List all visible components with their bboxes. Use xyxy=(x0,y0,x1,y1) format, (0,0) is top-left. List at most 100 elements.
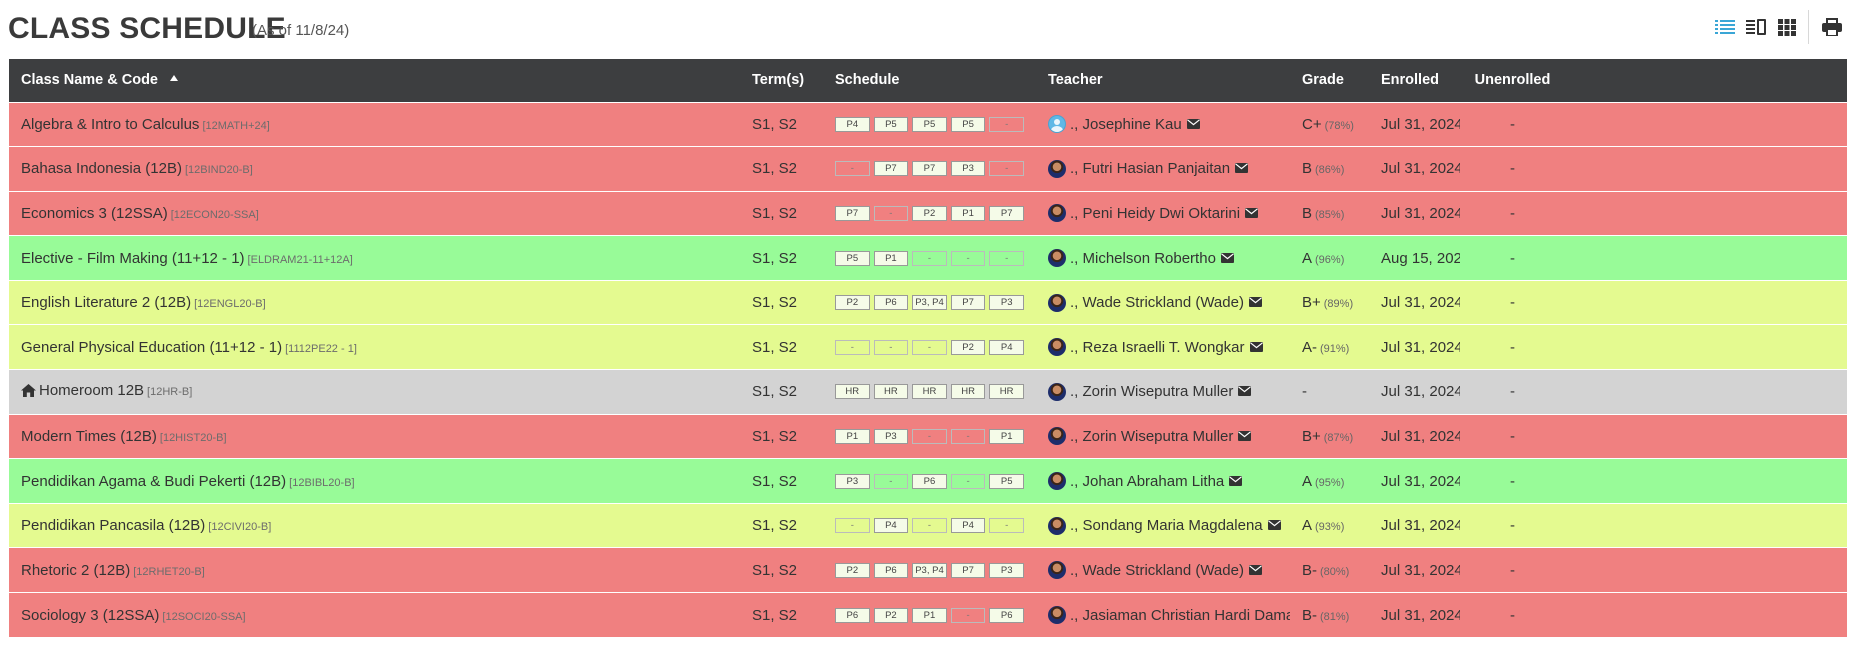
email-icon[interactable] xyxy=(1229,473,1243,490)
grade-letter: C+ xyxy=(1302,115,1322,133)
grade-cell: C+ (78%) xyxy=(1290,101,1369,147)
schedule-period-cell: HR xyxy=(873,384,909,400)
column-header-class[interactable]: Class Name & Code xyxy=(9,59,740,102)
schedule-period-cell: P3 xyxy=(950,161,986,177)
enrolled-date-cell: Jul 31, 2024 xyxy=(1369,413,1460,459)
schedule-period-cell: - xyxy=(912,428,947,444)
schedule-period-cell: P6 xyxy=(989,607,1024,623)
schedule-period-cell: - xyxy=(950,428,986,444)
class-name-link[interactable]: Rhetoric 2 (12B) xyxy=(21,562,130,579)
teacher-cell: ., Futri Hasian Panjaitan xyxy=(1036,146,1290,192)
column-header-teacher[interactable]: Teacher xyxy=(1036,59,1290,102)
email-icon[interactable] xyxy=(1220,250,1234,267)
enrolled-date-cell: Jul 31, 2024 xyxy=(1369,592,1460,638)
avatar xyxy=(1048,338,1066,357)
unenrolled-cell: - xyxy=(1460,324,1847,370)
terms-cell: S1, S2 xyxy=(740,279,823,325)
schedule-cell: P6 P2 P1- P6 xyxy=(823,592,1036,638)
schedule-period-cell: - xyxy=(989,161,1024,177)
column-header-enrolled[interactable]: Enrolled xyxy=(1369,59,1460,102)
class-name-link[interactable]: Economics 3 (12SSA) xyxy=(21,205,168,222)
schedule-period-cell: - xyxy=(873,339,909,355)
terms-cell: S1, S2 xyxy=(740,502,823,548)
email-icon[interactable] xyxy=(1267,517,1281,534)
column-header-terms[interactable]: Term(s) xyxy=(740,59,823,102)
terms-cell: S1, S2 xyxy=(740,146,823,192)
unenrolled-cell: - xyxy=(1460,547,1847,593)
schedule-cell: P7- P2 P1 P7 xyxy=(823,190,1036,236)
email-icon[interactable] xyxy=(1245,205,1259,222)
column-header-schedule[interactable]: Schedule xyxy=(823,59,1036,102)
schedule-period-cell: P1 xyxy=(950,205,986,221)
grid-view-button[interactable] xyxy=(1771,12,1802,42)
email-icon[interactable] xyxy=(1238,428,1252,445)
class-name-link[interactable]: Pendidikan Pancasila (12B) xyxy=(21,517,205,534)
print-button[interactable] xyxy=(1815,12,1849,42)
email-icon[interactable] xyxy=(1248,294,1262,311)
grade-cell: B (86%) xyxy=(1290,146,1369,192)
class-cell: Homeroom 12B [12HR-B] xyxy=(9,369,740,415)
schedule-period-cell: P7 xyxy=(989,205,1024,221)
class-code: [12RHET20-B] xyxy=(133,565,205,578)
split-view-button[interactable] xyxy=(1740,12,1771,42)
email-icon[interactable] xyxy=(1238,383,1252,400)
schedule-period-cell: P1 xyxy=(873,250,909,266)
list-view-button[interactable] xyxy=(1709,12,1740,42)
schedule-period-cell: P6 xyxy=(873,562,909,578)
email-icon[interactable] xyxy=(1235,160,1249,177)
schedule-period-cell: P5 xyxy=(912,116,947,132)
email-icon[interactable] xyxy=(1249,339,1263,356)
class-name-link[interactable]: Algebra & Intro to Calculus xyxy=(21,116,199,133)
teacher-name: ., Johan Abraham Litha xyxy=(1070,472,1225,490)
email-icon[interactable] xyxy=(1186,116,1200,133)
teacher-name: ., Peni Heidy Dwi Oktarini xyxy=(1070,204,1241,222)
schedule-period-cell: P7 xyxy=(912,161,947,177)
terms-cell: S1, S2 xyxy=(740,413,823,459)
class-code: [1112PE22 - 1] xyxy=(285,342,357,355)
enrolled-date-cell: Jul 31, 2024 xyxy=(1369,190,1460,236)
table-row: Pendidikan Pancasila (12B) [12CIVI20-B] S1… xyxy=(9,502,1847,548)
class-name-link[interactable]: Bahasa Indonesia (12B) xyxy=(21,160,182,177)
schedule-period-cell: - xyxy=(835,339,870,355)
schedule-period-cell: - xyxy=(950,607,986,623)
avatar xyxy=(1048,472,1066,491)
class-name-link[interactable]: English Literature 2 (12B) xyxy=(21,294,191,311)
email-icon[interactable] xyxy=(1248,562,1262,579)
schedule-cell: P5 P1- - - xyxy=(823,235,1036,281)
avatar xyxy=(1048,382,1066,401)
class-name-link[interactable]: Sociology 3 (12SSA) xyxy=(21,607,159,624)
column-header-grade[interactable]: Grade xyxy=(1290,59,1369,102)
schedule-period-cell: - xyxy=(912,518,947,534)
schedule-cell: - P4- P4- xyxy=(823,502,1036,548)
schedule-period-cell: P6 xyxy=(835,607,870,623)
grade-cell: A (95%) xyxy=(1290,458,1369,504)
teacher-cell: ., Zorin Wiseputra Muller xyxy=(1036,413,1290,459)
table-row: Elective - Film Making (11+12 - 1) [ELDRA… xyxy=(9,235,1847,281)
page-subtitle: (As of 11/8/24) xyxy=(252,22,350,39)
teacher-cell: ., Peni Heidy Dwi Oktarini xyxy=(1036,190,1290,236)
class-code: [12MATH+24] xyxy=(202,119,270,132)
schedule-period-cell: - xyxy=(950,250,986,266)
schedule-period-cell: - xyxy=(989,518,1024,534)
unenrolled-cell: - xyxy=(1460,413,1847,459)
schedule-period-cell: P3 xyxy=(989,295,1024,311)
view-toolbar xyxy=(1709,8,1853,46)
class-name-link[interactable]: Pendidikan Agama & Budi Pekerti (12B) xyxy=(21,473,286,490)
class-name-link[interactable]: Homeroom 12B xyxy=(39,382,144,399)
column-header-unenrolled[interactable]: Unenrolled xyxy=(1460,59,1847,102)
grid-view-icon xyxy=(1777,18,1796,36)
schedule-period-cell: P4 xyxy=(873,518,909,534)
table-row: Homeroom 12B [12HR-B] S1, S2 HR HR HR HR HR., Z… xyxy=(9,369,1847,415)
schedule-period-cell: P3 xyxy=(989,562,1024,578)
grade-letter: A xyxy=(1302,249,1313,267)
schedule-period-cell: - xyxy=(835,518,870,534)
class-name-link[interactable]: General Physical Education (11+12 - 1) xyxy=(21,339,282,356)
table-row: Algebra & Intro to Calculus [12MATH+24] S1… xyxy=(9,101,1847,147)
schedule-period-cell: P4 xyxy=(950,518,986,534)
class-name-link[interactable]: Modern Times (12B) xyxy=(21,428,157,445)
schedule-period-cell: P2 xyxy=(835,562,870,578)
page-header: CLASS SCHEDULE (As of 11/8/24) xyxy=(8,8,1853,50)
class-name-link[interactable]: Elective - Film Making (11+12 - 1) xyxy=(21,250,245,267)
schedule-period-cell: P6 xyxy=(873,295,909,311)
unenrolled-cell: - xyxy=(1460,502,1847,548)
